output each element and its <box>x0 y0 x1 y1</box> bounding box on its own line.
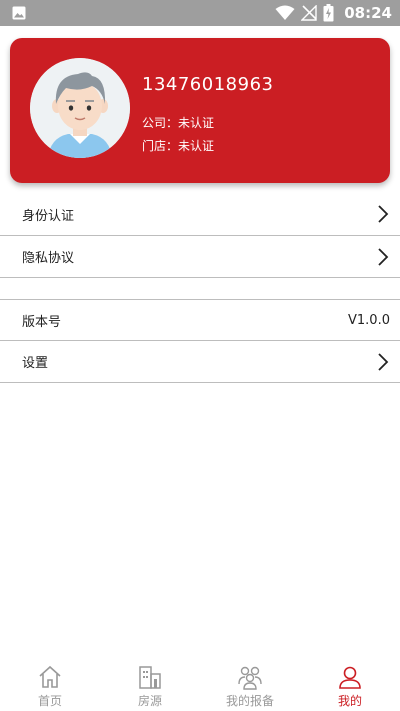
privacy-agreement-label: 隐私协议 <box>22 251 75 266</box>
avatar[interactable] <box>30 58 130 158</box>
tab-mine[interactable]: 我的 <box>300 660 400 711</box>
menu-settings[interactable]: 设置 <box>0 341 400 383</box>
chevron-right-icon <box>378 352 389 371</box>
menu-version: 版本号 V1.0.0 <box>0 300 400 341</box>
version-label: 版本号 <box>22 314 62 330</box>
home-icon <box>39 665 61 688</box>
tab-home[interactable]: 首页 <box>0 660 100 711</box>
tab-listings-label: 房源 <box>137 694 162 708</box>
tab-my-reports[interactable]: 我的报备 <box>200 660 300 711</box>
people-icon <box>238 666 262 690</box>
phone-number: 13476018963 <box>142 74 274 95</box>
chevron-right-icon <box>378 205 389 223</box>
chevron-right-icon <box>378 247 389 266</box>
building-icon <box>139 666 161 689</box>
tab-mine-label: 我的 <box>337 694 362 708</box>
menu-privacy-agreement[interactable]: 隐私协议 <box>0 236 400 278</box>
tab-my-reports-label: 我的报备 <box>225 694 274 708</box>
store-status: 门店：未认证 <box>142 139 215 153</box>
menu-identity-verification[interactable]: 身份认证 <box>0 193 400 236</box>
tab-home-label: 首页 <box>37 694 62 708</box>
no-signal-icon <box>301 5 317 21</box>
company-status: 公司：未认证 <box>142 116 215 130</box>
status-bar: 08:24 <box>0 0 400 26</box>
person-icon <box>339 666 361 689</box>
identity-verification-label: 身份认证 <box>22 208 75 224</box>
gallery-icon <box>12 6 26 20</box>
version-value: V1.0.0 <box>348 312 390 328</box>
tab-listings[interactable]: 房源 <box>100 660 200 711</box>
avatar-image <box>30 58 130 158</box>
wifi-icon <box>275 5 295 20</box>
profile-card[interactable]: 13476018963 公司：未认证 门店：未认证 <box>10 38 390 183</box>
bottom-tab-bar: 首页 房源 我的报备 我的 <box>0 660 400 711</box>
settings-label: 设置 <box>22 356 49 371</box>
status-time: 08:24 <box>344 4 392 22</box>
battery-charging-icon <box>323 4 334 22</box>
